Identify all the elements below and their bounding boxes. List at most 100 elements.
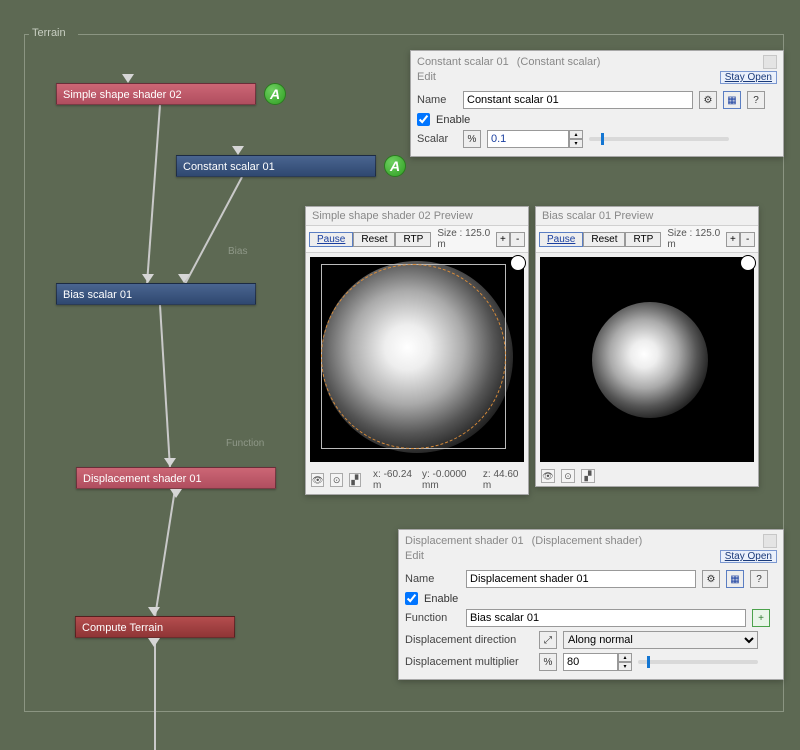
plus-icon: +	[758, 613, 764, 624]
preview-bias-scalar: Bias scalar 01 Preview Pause Reset RTP S…	[535, 206, 759, 487]
node-label: Constant scalar 01	[183, 161, 275, 173]
size-label: Size : 125.0 m	[437, 228, 495, 250]
scalar-mode-button[interactable]: %	[463, 130, 481, 148]
scalar-slider[interactable]	[589, 137, 729, 141]
gear-icon: ⚙	[704, 95, 713, 106]
a-badge[interactable]: A	[264, 83, 286, 105]
node-compute-terrain[interactable]: Compute Terrain	[75, 616, 235, 638]
node-label: Bias scalar 01	[63, 289, 132, 301]
zoom-out-button[interactable]: -	[510, 232, 525, 247]
close-button[interactable]	[763, 534, 777, 548]
settings-button[interactable]: ⚙	[702, 570, 720, 588]
node-in-port[interactable]	[164, 458, 176, 467]
coord-y: y: -0.0000 mm	[422, 469, 477, 491]
enable-label: Enable	[436, 114, 470, 126]
add-button[interactable]: +	[752, 609, 770, 627]
coord-x: x: -60.24 m	[373, 469, 416, 491]
pause-button[interactable]: Pause	[309, 232, 353, 247]
scalar-label: Scalar	[417, 133, 457, 145]
panel-node-name: Displacement shader 01	[405, 535, 524, 547]
name-field[interactable]	[466, 570, 696, 588]
zoom-out-button[interactable]: -	[740, 232, 755, 247]
preview-button[interactable]: ▦	[723, 91, 741, 109]
preview-title: Simple shape shader 02 Preview	[306, 207, 528, 225]
pause-button[interactable]: Pause	[539, 232, 583, 247]
node-in-port[interactable]	[148, 607, 160, 616]
spin-down-icon[interactable]: ▾	[618, 662, 632, 671]
constant-scalar-panel: Constant scalar 01 (Constant scalar) Edi…	[410, 50, 784, 157]
node-displacement-shader[interactable]: Displacement shader 01	[76, 467, 276, 489]
enable-checkbox[interactable]	[417, 113, 430, 126]
reset-button[interactable]: Reset	[583, 232, 625, 247]
node-label: Compute Terrain	[82, 622, 163, 634]
name-label: Name	[417, 94, 457, 106]
multiplier-spinner[interactable]: ▴▾	[563, 653, 632, 671]
eye-icon[interactable]: 👁	[311, 473, 324, 487]
preview-title: Bias scalar 01 Preview	[536, 207, 758, 225]
stay-open-button[interactable]: Stay Open	[720, 71, 777, 84]
node-out-port[interactable]	[148, 638, 160, 647]
node-simple-shape-shader[interactable]: Simple shape shader 02	[56, 83, 256, 105]
help-button[interactable]: ?	[747, 91, 765, 109]
gear-icon: ⚙	[707, 574, 716, 585]
multiplier-field[interactable]	[563, 653, 618, 671]
enable-label: Enable	[424, 593, 458, 605]
panel-node-type: (Constant scalar)	[517, 56, 601, 68]
node-in-port[interactable]	[178, 274, 190, 283]
connection-label-function: Function	[226, 438, 264, 449]
node-in-port[interactable]	[122, 74, 134, 83]
preview-button[interactable]: ▦	[726, 570, 744, 588]
direction-select[interactable]: Along normal	[563, 631, 758, 649]
node-constant-scalar[interactable]: Constant scalar 01	[176, 155, 376, 177]
preview-canvas[interactable]	[540, 257, 754, 462]
spin-up-icon[interactable]: ▴	[569, 130, 583, 139]
edit-menu[interactable]: Edit	[417, 71, 436, 83]
panel-node-type: (Displacement shader)	[532, 535, 643, 547]
direction-mode-button[interactable]: ⤢	[539, 631, 557, 649]
coord-z: z: 44.60 m	[483, 469, 523, 491]
direction-label: Displacement direction	[405, 634, 533, 646]
preview-canvas[interactable]	[310, 257, 524, 462]
eye-icon[interactable]: 👁	[541, 469, 555, 483]
zoom-in-button[interactable]: +	[726, 232, 741, 247]
multiplier-mode-button[interactable]: %	[539, 653, 557, 671]
multiplier-label: Displacement multiplier	[405, 656, 533, 668]
rtp-button[interactable]: RTP	[395, 232, 431, 247]
reset-button[interactable]: Reset	[353, 232, 395, 247]
node-out-port[interactable]	[170, 489, 182, 498]
connection-label-bias: Bias	[228, 246, 247, 257]
stay-open-button[interactable]: Stay Open	[720, 550, 777, 563]
function-field[interactable]	[466, 609, 746, 627]
node-in-port[interactable]	[232, 146, 244, 155]
multiplier-slider[interactable]	[638, 660, 758, 664]
rtp-button[interactable]: RTP	[625, 232, 661, 247]
spin-down-icon[interactable]: ▾	[569, 139, 583, 148]
function-label: Function	[405, 612, 460, 624]
close-button[interactable]	[763, 55, 777, 69]
name-label: Name	[405, 573, 460, 585]
edit-menu[interactable]: Edit	[405, 550, 424, 562]
help-button[interactable]: ?	[750, 570, 768, 588]
node-label: Simple shape shader 02	[63, 89, 182, 101]
node-in-port[interactable]	[142, 274, 154, 283]
target-icon[interactable]: ⊙	[330, 473, 342, 487]
panel-node-name: Constant scalar 01	[417, 56, 509, 68]
node-bias-scalar[interactable]: Bias scalar 01	[56, 283, 256, 305]
scalar-spinner[interactable]: ▴▾	[487, 130, 583, 148]
target-icon[interactable]: ⊙	[561, 469, 575, 483]
displacement-shader-panel: Displacement shader 01 (Displacement sha…	[398, 529, 784, 680]
corner-handle[interactable]	[510, 255, 526, 271]
zoom-in-button[interactable]: +	[496, 232, 511, 247]
size-label: Size : 125.0 m	[667, 228, 725, 250]
a-badge[interactable]: A	[384, 155, 406, 177]
chart-icon[interactable]: ▞	[349, 473, 361, 487]
settings-button[interactable]: ⚙	[699, 91, 717, 109]
enable-checkbox[interactable]	[405, 592, 418, 605]
chart-icon[interactable]: ▞	[581, 469, 595, 483]
corner-handle[interactable]	[740, 255, 756, 271]
dashed-circle	[321, 264, 506, 449]
spin-up-icon[interactable]: ▴	[618, 653, 632, 662]
node-label: Displacement shader 01	[83, 473, 202, 485]
scalar-field[interactable]	[487, 130, 569, 148]
name-field[interactable]	[463, 91, 693, 109]
